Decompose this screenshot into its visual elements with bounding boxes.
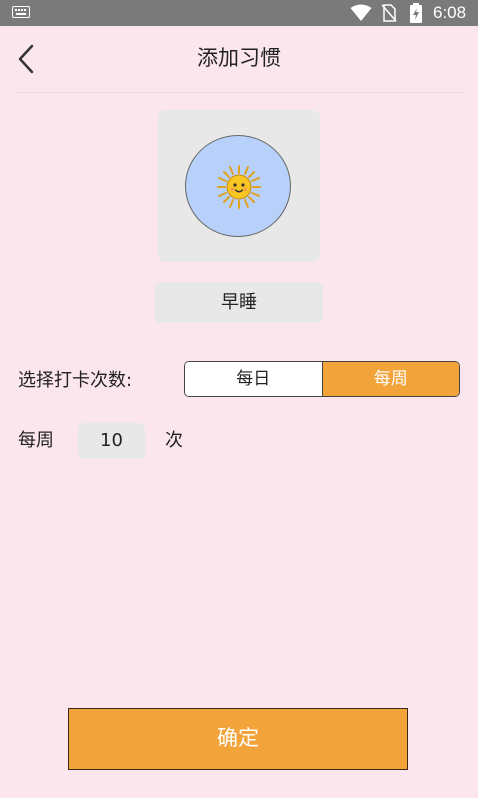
sun-icon: [217, 165, 261, 209]
keyboard-icon: [12, 6, 30, 18]
no-sim-icon: [381, 4, 397, 22]
habit-icon-picker[interactable]: [158, 110, 320, 262]
count-prefix-label: 每周: [18, 430, 54, 451]
status-time: 6:08: [433, 3, 467, 22]
status-bar: 6:08: [0, 0, 478, 26]
count-suffix-label: 次: [165, 430, 183, 451]
battery-charging-icon: [410, 3, 422, 23]
frequency-toggle: 每日 每周: [184, 361, 460, 397]
habit-name-input[interactable]: 早睡: [155, 282, 323, 323]
wifi-icon: [350, 4, 372, 21]
header-divider: [14, 92, 464, 93]
page-title: 添加习惯: [197, 46, 281, 70]
frequency-option-weekly[interactable]: 每周: [322, 362, 459, 396]
frequency-label: 选择打卡次数:: [18, 370, 133, 391]
count-input[interactable]: 10: [78, 423, 145, 459]
habit-icon-circle: [185, 135, 291, 237]
confirm-button[interactable]: 确定: [68, 708, 408, 770]
frequency-option-daily[interactable]: 每日: [185, 362, 323, 396]
